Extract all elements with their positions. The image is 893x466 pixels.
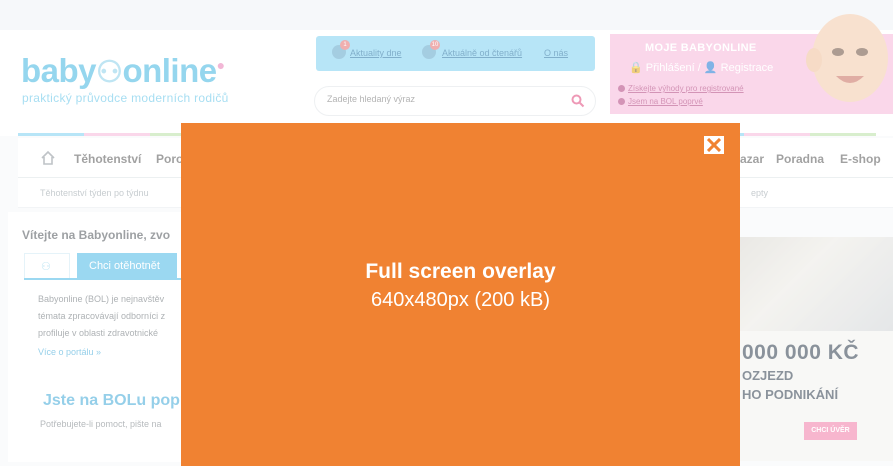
overlay-title: Full screen overlay [365, 260, 556, 283]
overlay-subtitle: 640x480px (200 kB) [370, 289, 550, 311]
fullscreen-overlay-ad[interactable]: Full screen overlay 640x480px (200 kB) [181, 123, 740, 466]
close-icon [707, 138, 721, 152]
close-button[interactable] [704, 136, 724, 154]
